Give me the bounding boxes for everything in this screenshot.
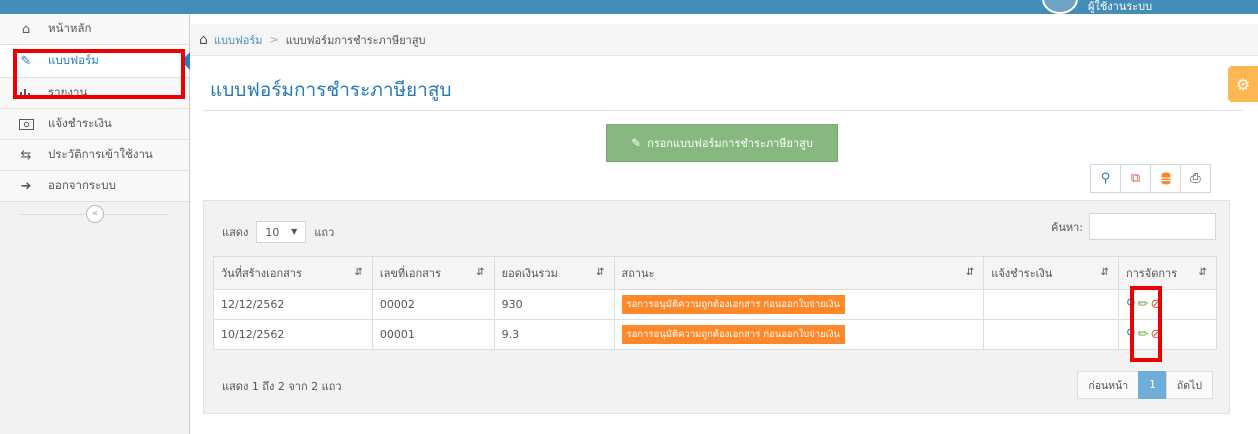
sort-icon: ⇵ [965, 267, 975, 278]
column-label: เลขที่เอกสาร [379, 267, 441, 280]
sign-out-icon: ➜ [20, 178, 32, 194]
cell-date: 12/12/2562 [213, 289, 373, 320]
prev-page-button[interactable]: ก่อนหน้า [1077, 371, 1140, 399]
column-label: การจัดการ [1126, 267, 1178, 280]
fill-form-button[interactable]: ✎ กรอกแบบฟอร์มการชำระภาษียาสูบ [606, 124, 838, 162]
sort-icon: ⇵ [1198, 267, 1207, 278]
breadcrumb-separator: > [269, 33, 279, 46]
divider [203, 110, 1243, 111]
table-toolbar: ⚲ ⧉ ⎙ [1090, 164, 1211, 193]
column-header[interactable]: เลขที่เอกสาร ⇵ [371, 256, 495, 290]
cell-status: รอการอนุมัติความถูกต้องเอกสาร ก่อนออกใบจ… [613, 289, 985, 320]
data-table: วันที่สร้างเอกสาร ⇵ เลขที่เอกสาร ⇵ ยอดเงิน… [213, 256, 1217, 350]
cell-total: 930 [493, 289, 615, 320]
page-title: แบบฟอร์มการชำระภาษียาสูบ [210, 79, 452, 101]
table-row: 12/12/2562 00002 930 รอการอนุมัติความถูก… [213, 289, 1217, 320]
sort-icon: ⇵ [596, 267, 605, 278]
sidebar-item-payment[interactable]: แจ้งชำระเงิน [0, 109, 189, 140]
column-header[interactable]: สถานะ ⇵ [613, 256, 985, 290]
copy-icon[interactable]: ⧉ [1120, 164, 1151, 193]
column-header[interactable]: การจัดการ ⇵ [1118, 256, 1217, 290]
database-icon[interactable] [1150, 164, 1181, 193]
search-label: ค้นหา: [1050, 220, 1083, 234]
status-badge: รอการอนุมัติความถูกต้องเอกสาร ก่อนออกใบจ… [621, 325, 846, 344]
sidebar-item-label: ประวัติการเข้าใช้งาน [48, 147, 153, 161]
caret-down-icon: ▼ [291, 227, 298, 236]
sidebar-item-logout[interactable]: ➜ ออกจากระบบ [0, 171, 189, 202]
sort-icon: ⇵ [476, 267, 485, 278]
gear-icon[interactable]: ⚙ [1228, 66, 1258, 102]
home-icon[interactable]: ⌂ [199, 32, 208, 48]
breadcrumb: ⌂ แบบฟอร์ม > แบบฟอร์มการชำระภาษียาสูบ [191, 24, 1258, 56]
cell-doc-no: 00002 [371, 289, 495, 320]
sidebar-item-label: แจ้งชำระเงิน [48, 116, 112, 130]
search-icon[interactable]: ⚲ [1090, 164, 1121, 193]
sidebar-item-label: หน้าหลัก [48, 21, 92, 35]
breadcrumb-link-form[interactable]: แบบฟอร์ม [214, 31, 263, 49]
cell-date: 10/12/2562 [213, 319, 373, 350]
cell-payment [983, 289, 1120, 320]
rows-label: แถว [314, 226, 335, 239]
double-chevron-left-icon[interactable]: « [86, 205, 104, 223]
exchange-icon: ⇆ [20, 147, 32, 163]
pencil-square-icon: ✎ [631, 136, 642, 150]
data-table-panel: แสดง 10 ▼ แถว ค้นหา: วันที่สร้างเอกสาร ⇵ … [203, 200, 1230, 414]
username[interactable]: ผู้ใช้งานระบบ [1088, 0, 1152, 13]
column-header[interactable]: วันที่สร้างเอกสาร ⇵ [213, 256, 373, 290]
search-input[interactable] [1089, 213, 1216, 240]
next-page-button[interactable]: ถัดไป [1165, 371, 1213, 399]
column-label: วันที่สร้างเอกสาร [221, 267, 302, 280]
cell-status: รอการอนุมัติความถูกต้องเอกสาร ก่อนออกใบจ… [613, 319, 985, 350]
cell-doc-no: 00001 [371, 319, 495, 350]
highlight-box [13, 49, 185, 99]
breadcrumb-current: แบบฟอร์มการชำระภาษียาสูบ [285, 33, 426, 47]
home-icon: ⌂ [21, 21, 31, 37]
column-header[interactable]: แจ้งชำระเงิน ⇵ [983, 256, 1120, 290]
sidebar-collapse: « [0, 202, 189, 228]
page-size-value: 10 [265, 225, 280, 239]
column-header[interactable]: ยอดเงินรวม ⇵ [493, 256, 615, 290]
page-length: แสดง 10 ▼ แถว [222, 221, 334, 243]
top-navbar: ผู้ใช้งานระบบ [0, 0, 1258, 14]
avatar[interactable] [1042, 0, 1078, 14]
cell-payment [983, 319, 1120, 350]
sidebar-item-home[interactable]: ⌂ หน้าหลัก [0, 14, 189, 45]
show-label: แสดง [222, 226, 249, 239]
pagination: ก่อนหน้า 1 ถัดไป [1077, 371, 1213, 399]
user-menu[interactable]: ผู้ใช้งานระบบ [1042, 0, 1242, 14]
column-label: แจ้งชำระเงิน [991, 267, 1053, 280]
money-icon [18, 117, 34, 131]
column-label: สถานะ [621, 267, 655, 280]
table-info: แสดง 1 ถึง 2 จาก 2 แถว [222, 380, 342, 393]
table-search: ค้นหา: [1051, 213, 1216, 240]
page-size-select[interactable]: 10 ▼ [256, 221, 307, 243]
cell-total: 9.3 [493, 319, 615, 350]
highlight-box [1130, 286, 1162, 362]
print-icon[interactable]: ⎙ [1180, 164, 1211, 193]
sidebar-item-label: ออกจากระบบ [48, 178, 116, 192]
table-row: 10/12/2562 00001 9.3 รอการอนุมัติความถูก… [213, 319, 1217, 350]
sort-icon: ⇵ [354, 267, 363, 278]
status-badge: รอการอนุมัติความถูกต้องเอกสาร ก่อนออกใบจ… [621, 295, 846, 314]
fill-form-label: กรอกแบบฟอร์มการชำระภาษียาสูบ [647, 137, 813, 150]
sidebar-item-history[interactable]: ⇆ ประวัติการเข้าใช้งาน [0, 140, 189, 171]
column-label: ยอดเงินรวม [501, 267, 558, 280]
sort-icon: ⇵ [1100, 267, 1110, 278]
page-button[interactable]: 1 [1138, 371, 1167, 399]
